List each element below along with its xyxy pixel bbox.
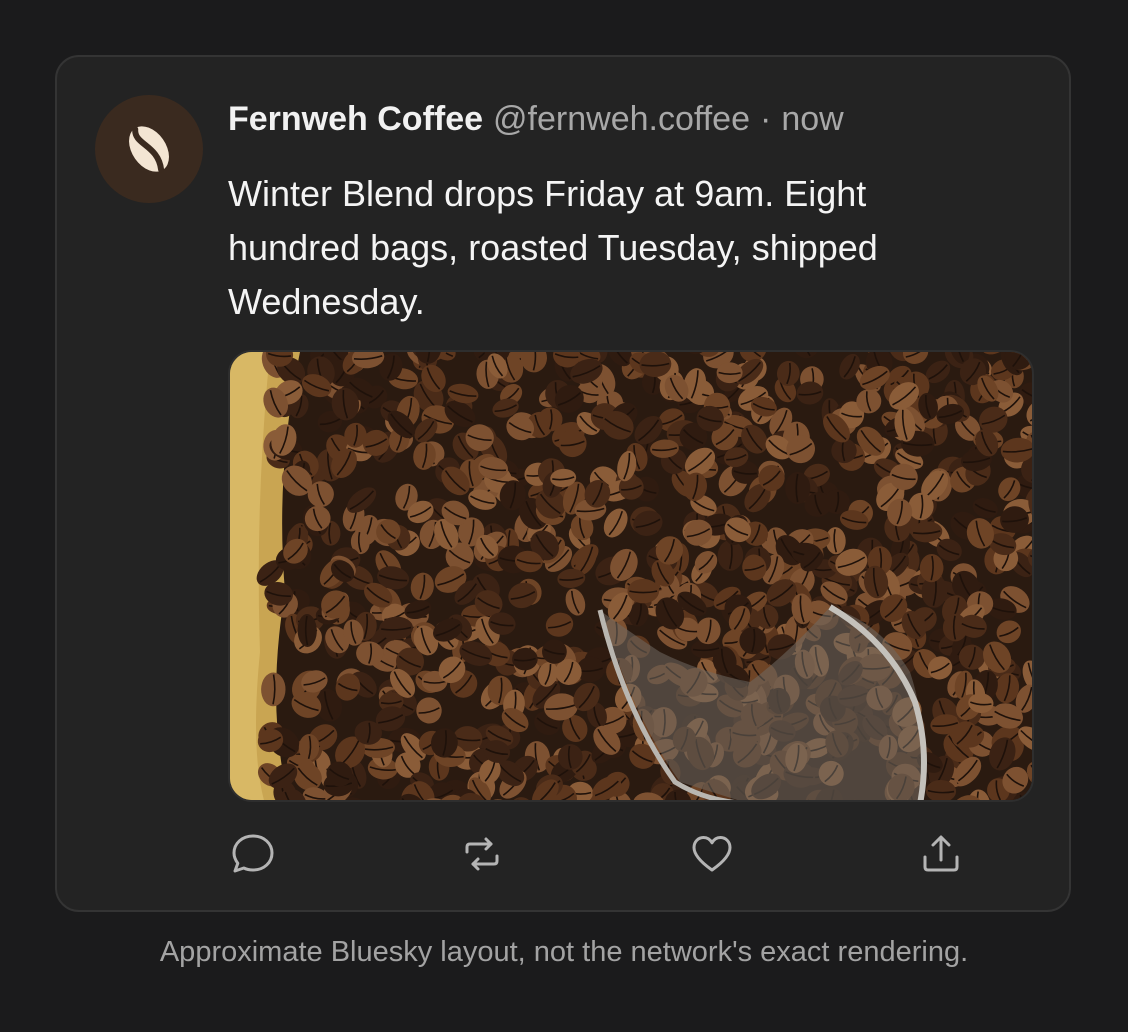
coffee-bean-icon xyxy=(129,126,169,173)
avatar[interactable] xyxy=(95,95,203,203)
post-header: Fernweh Coffee @fernweh.coffee · now xyxy=(228,97,844,141)
display-name[interactable]: Fernweh Coffee xyxy=(228,100,483,139)
post-actions xyxy=(228,829,968,879)
share-button[interactable] xyxy=(916,829,966,879)
reply-button[interactable] xyxy=(228,829,278,879)
layout-disclaimer: Approximate Bluesky layout, not the netw… xyxy=(159,936,969,968)
post-image[interactable] xyxy=(228,350,1034,802)
repost-icon xyxy=(465,837,499,871)
timestamp[interactable]: now xyxy=(781,100,843,139)
share-icon xyxy=(923,835,959,872)
heart-icon xyxy=(692,836,732,872)
separator-dot: · xyxy=(759,99,772,138)
chat-bubble-icon xyxy=(232,834,274,873)
coffee-beans-photo xyxy=(230,352,1032,800)
post-text: Winter Blend drops Friday at 9am. Eight … xyxy=(228,173,878,322)
like-button[interactable] xyxy=(687,829,737,879)
handle[interactable]: @fernweh.coffee xyxy=(493,100,750,139)
repost-button[interactable] xyxy=(457,829,507,879)
post-card[interactable]: Fernweh Coffee @fernweh.coffee · now Win… xyxy=(55,55,1071,912)
